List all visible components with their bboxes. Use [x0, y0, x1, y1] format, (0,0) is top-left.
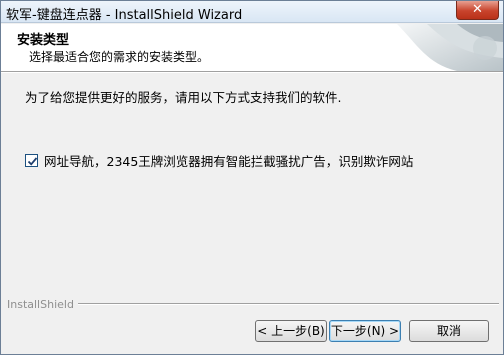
description-text: 为了给您提供更好的服务，请用以下方式支持我们的软件. [25, 90, 342, 105]
next-button[interactable]: 下一步(N) > [329, 320, 401, 342]
header-divider [1, 71, 503, 73]
brand-label: InstallShield [7, 297, 74, 311]
header-decoration-icon [397, 24, 503, 71]
option-checkbox[interactable] [25, 154, 38, 167]
cancel-button[interactable]: 取消 [409, 320, 489, 342]
wizard-header: 安装类型 选择最适合您的需求的安装类型。 [1, 24, 503, 71]
close-button[interactable]: ✕ [456, 1, 499, 20]
option-row[interactable]: 网址导航，2345王牌浏览器拥有智能拦截骚扰广告，识别欺诈网站 [25, 151, 413, 170]
title-bar[interactable]: 软军-键盘连点器 - InstallShield Wizard ✕ [1, 1, 503, 23]
back-button[interactable]: < 上一步(B) [255, 320, 327, 342]
installer-window: 软军-键盘连点器 - InstallShield Wizard ✕ 安装类型 选… [0, 0, 504, 355]
footer-divider [77, 303, 499, 305]
page-subtitle: 选择最适合您的需求的安装类型。 [29, 50, 210, 64]
option-label: 网址导航，2345王牌浏览器拥有智能拦截骚扰广告，识别欺诈网站 [44, 154, 414, 169]
brand-line: InstallShield [7, 297, 499, 311]
page-title: 安装类型 [17, 33, 70, 48]
window-title: 软军-键盘连点器 - InstallShield Wizard [6, 8, 243, 23]
checkmark-icon [27, 157, 38, 166]
close-icon: ✕ [472, 2, 483, 17]
